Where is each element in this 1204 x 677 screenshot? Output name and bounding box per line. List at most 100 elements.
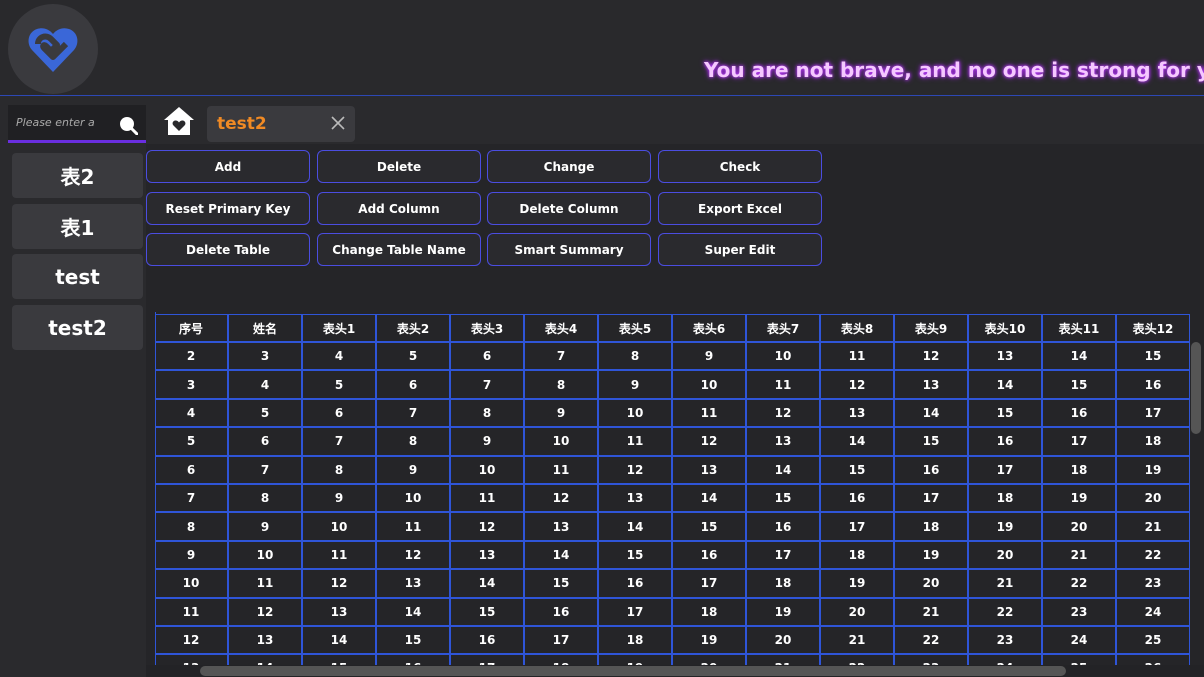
column-header[interactable]: 表头11 [1042,314,1116,342]
table-cell[interactable]: 15 [524,569,598,598]
table-cell[interactable]: 16 [376,654,450,665]
table-row[interactable]: 2 3 4 5 6 7 8 9 10 11 12 13 14 15 [154,342,1190,371]
table-cell[interactable]: 11 [524,455,598,484]
table-cell[interactable]: 18 [968,483,1042,513]
table-cell[interactable]: 19 [968,512,1042,541]
table-cell[interactable]: 3 [154,370,228,399]
table-cell[interactable]: 6 [228,427,302,456]
table-cell[interactable]: 11 [820,342,894,371]
table-cell[interactable]: 14 [598,512,672,541]
table-cell[interactable]: 16 [746,512,820,541]
table-cell[interactable]: 14 [894,398,968,428]
table-cell[interactable]: 6 [302,398,376,428]
column-header[interactable]: 表头7 [746,314,820,342]
table-cell[interactable]: 23 [968,625,1042,655]
table-cell[interactable]: 10 [524,427,598,456]
table-cell[interactable]: 17 [894,483,968,513]
table-row[interactable]: 10 11 12 13 14 15 16 17 18 19 20 21 22 23 [154,569,1190,598]
table-cell[interactable]: 21 [820,625,894,655]
table-cell[interactable]: 11 [302,540,376,570]
table-cell[interactable]: 12 [228,597,302,626]
table-cell[interactable]: 13 [598,483,672,513]
table-cell[interactable]: 10 [450,455,524,484]
table-cell[interactable]: 15 [968,398,1042,428]
search-icon[interactable] [118,115,138,135]
table-cell[interactable]: 22 [820,654,894,665]
table-cell[interactable]: 9 [154,540,228,570]
table-cell[interactable]: 20 [1042,512,1116,541]
table-cell[interactable]: 14 [524,540,598,570]
table-cell[interactable]: 13 [746,427,820,456]
table-row[interactable]: 4 5 6 7 8 9 10 11 12 13 14 15 16 17 [154,398,1190,428]
table-cell[interactable]: 10 [672,370,746,399]
tab-test2[interactable]: test2 [207,106,355,142]
table-cell[interactable]: 26 [1116,654,1190,665]
table-cell[interactable]: 16 [598,569,672,598]
table-cell[interactable]: 14 [1042,342,1116,371]
table-cell[interactable]: 11 [228,569,302,598]
table-cell[interactable]: 11 [672,398,746,428]
table-cell[interactable]: 20 [746,625,820,655]
column-header[interactable]: 表头5 [598,314,672,342]
table-cell[interactable]: 13 [376,569,450,598]
table-cell[interactable]: 15 [820,455,894,484]
table-cell[interactable]: 11 [746,370,820,399]
table-cell[interactable]: 23 [1042,597,1116,626]
table-cell[interactable]: 12 [820,370,894,399]
table-cell[interactable]: 7 [376,398,450,428]
table-cell[interactable]: 16 [1042,398,1116,428]
table-cell[interactable]: 18 [746,569,820,598]
table-cell[interactable]: 14 [376,597,450,626]
table-cell[interactable]: 12 [672,427,746,456]
table-cell[interactable]: 19 [598,654,672,665]
table-cell[interactable]: 8 [302,455,376,484]
table-cell[interactable]: 14 [302,625,376,655]
table-row[interactable]: 1314151617181920212223242526 [154,654,1190,665]
vertical-scrollbar[interactable] [1191,342,1201,434]
table-cell[interactable]: 8 [376,427,450,456]
table-row[interactable]: 8 9 10 11 12 13 14 15 16 17 18 19 20 21 [154,512,1190,541]
table-cell[interactable]: 9 [524,398,598,428]
table-cell[interactable]: 20 [820,597,894,626]
table-cell[interactable]: 9 [376,455,450,484]
table-cell[interactable]: 11 [598,427,672,456]
table-cell[interactable]: 12 [746,398,820,428]
table-cell[interactable]: 10 [598,398,672,428]
export-excel-button[interactable]: Export Excel [658,192,822,225]
table-cell[interactable]: 24 [1042,625,1116,655]
column-header[interactable]: 表头8 [820,314,894,342]
table-cell[interactable]: 15 [672,512,746,541]
horizontal-scrollbar[interactable] [200,666,1066,676]
table-cell[interactable]: 16 [820,483,894,513]
column-header[interactable]: 表头9 [894,314,968,342]
table-cell[interactable]: 15 [894,427,968,456]
table-cell[interactable]: 20 [894,569,968,598]
table-cell[interactable]: 7 [154,483,228,513]
column-header[interactable]: 表头12 [1116,314,1190,342]
table-cell[interactable]: 9 [672,342,746,371]
super-edit-button[interactable]: Super Edit [658,233,822,266]
table-cell[interactable]: 21 [968,569,1042,598]
column-header[interactable]: 姓名 [228,314,302,342]
table-row[interactable]: 9 10 11 12 13 14 15 16 17 18 19 20 21 22 [154,540,1190,570]
table-cell[interactable]: 7 [524,342,598,371]
table-cell[interactable]: 12 [894,342,968,371]
delete-button[interactable]: Delete [317,150,481,183]
table-cell[interactable]: 14 [746,455,820,484]
table-cell[interactable]: 14 [968,370,1042,399]
sidebar-item-test2[interactable]: test2 [12,305,143,350]
table-cell[interactable]: 14 [450,569,524,598]
delete-column-button[interactable]: Delete Column [487,192,651,225]
table-cell[interactable]: 17 [746,540,820,570]
table-cell[interactable]: 19 [1116,455,1190,484]
table-cell[interactable]: 24 [1116,597,1190,626]
table-cell[interactable]: 13 [820,398,894,428]
change-table-name-button[interactable]: Change Table Name [317,233,481,266]
table-cell[interactable]: 5 [376,342,450,371]
table-cell[interactable]: 15 [302,654,376,665]
table-cell[interactable]: 19 [894,540,968,570]
close-icon[interactable] [329,114,347,132]
column-header[interactable]: 序号 [154,314,228,342]
table-cell[interactable]: 11 [154,597,228,626]
table-cell[interactable]: 18 [1042,455,1116,484]
